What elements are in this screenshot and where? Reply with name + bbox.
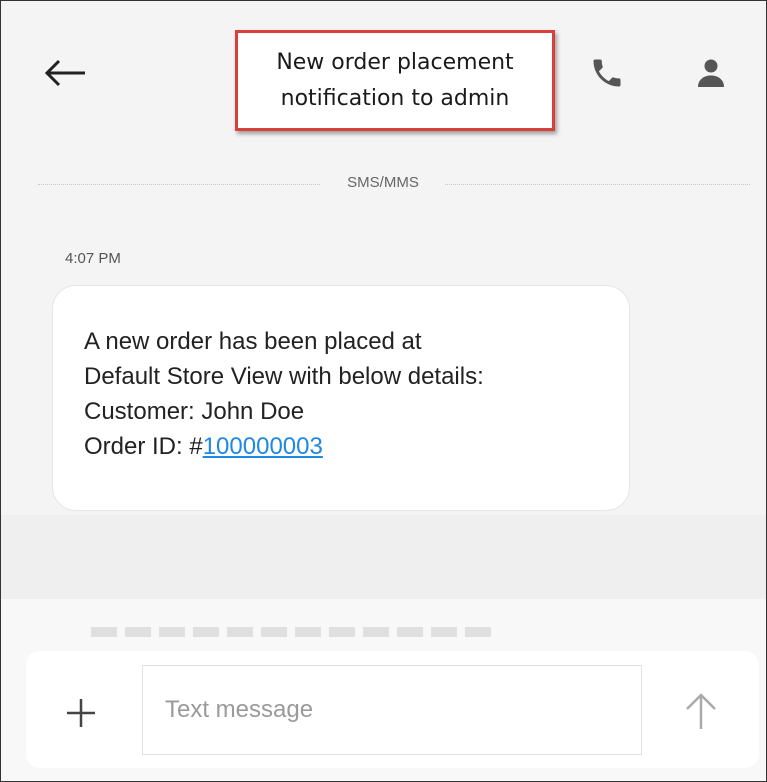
arrow-up-icon[interactable] bbox=[679, 689, 723, 733]
conversation-header: New order placement notification to admi… bbox=[1, 1, 766, 151]
message-line: Order ID: #100000003 bbox=[84, 429, 629, 464]
thread-spacer bbox=[1, 515, 766, 603]
order-id-prefix: Order ID: # bbox=[84, 433, 203, 460]
messaging-screen: New order placement notification to admi… bbox=[0, 0, 767, 782]
callout-text: New order placement notification to admi… bbox=[276, 49, 514, 111]
person-icon[interactable] bbox=[691, 53, 731, 93]
message-timestamp: 4:07 PM bbox=[65, 250, 121, 267]
text-message-input[interactable] bbox=[142, 665, 642, 755]
order-id-link[interactable]: 100000003 bbox=[203, 433, 323, 460]
message-line: Default Store View with below details: bbox=[84, 363, 484, 390]
arrow-left-icon[interactable] bbox=[41, 53, 89, 93]
message-line: A new order has been placed at bbox=[84, 328, 422, 355]
obscured-message-preview bbox=[91, 621, 521, 637]
plus-icon[interactable] bbox=[61, 693, 101, 733]
annotation-callout: New order placement notification to admi… bbox=[235, 30, 555, 131]
phone-icon[interactable] bbox=[589, 55, 625, 91]
message-line: Customer: John Doe bbox=[84, 398, 305, 425]
message-bubble[interactable]: A new order has been placed at Default S… bbox=[52, 285, 630, 511]
sms-mms-label: SMS/MMS bbox=[321, 174, 445, 191]
